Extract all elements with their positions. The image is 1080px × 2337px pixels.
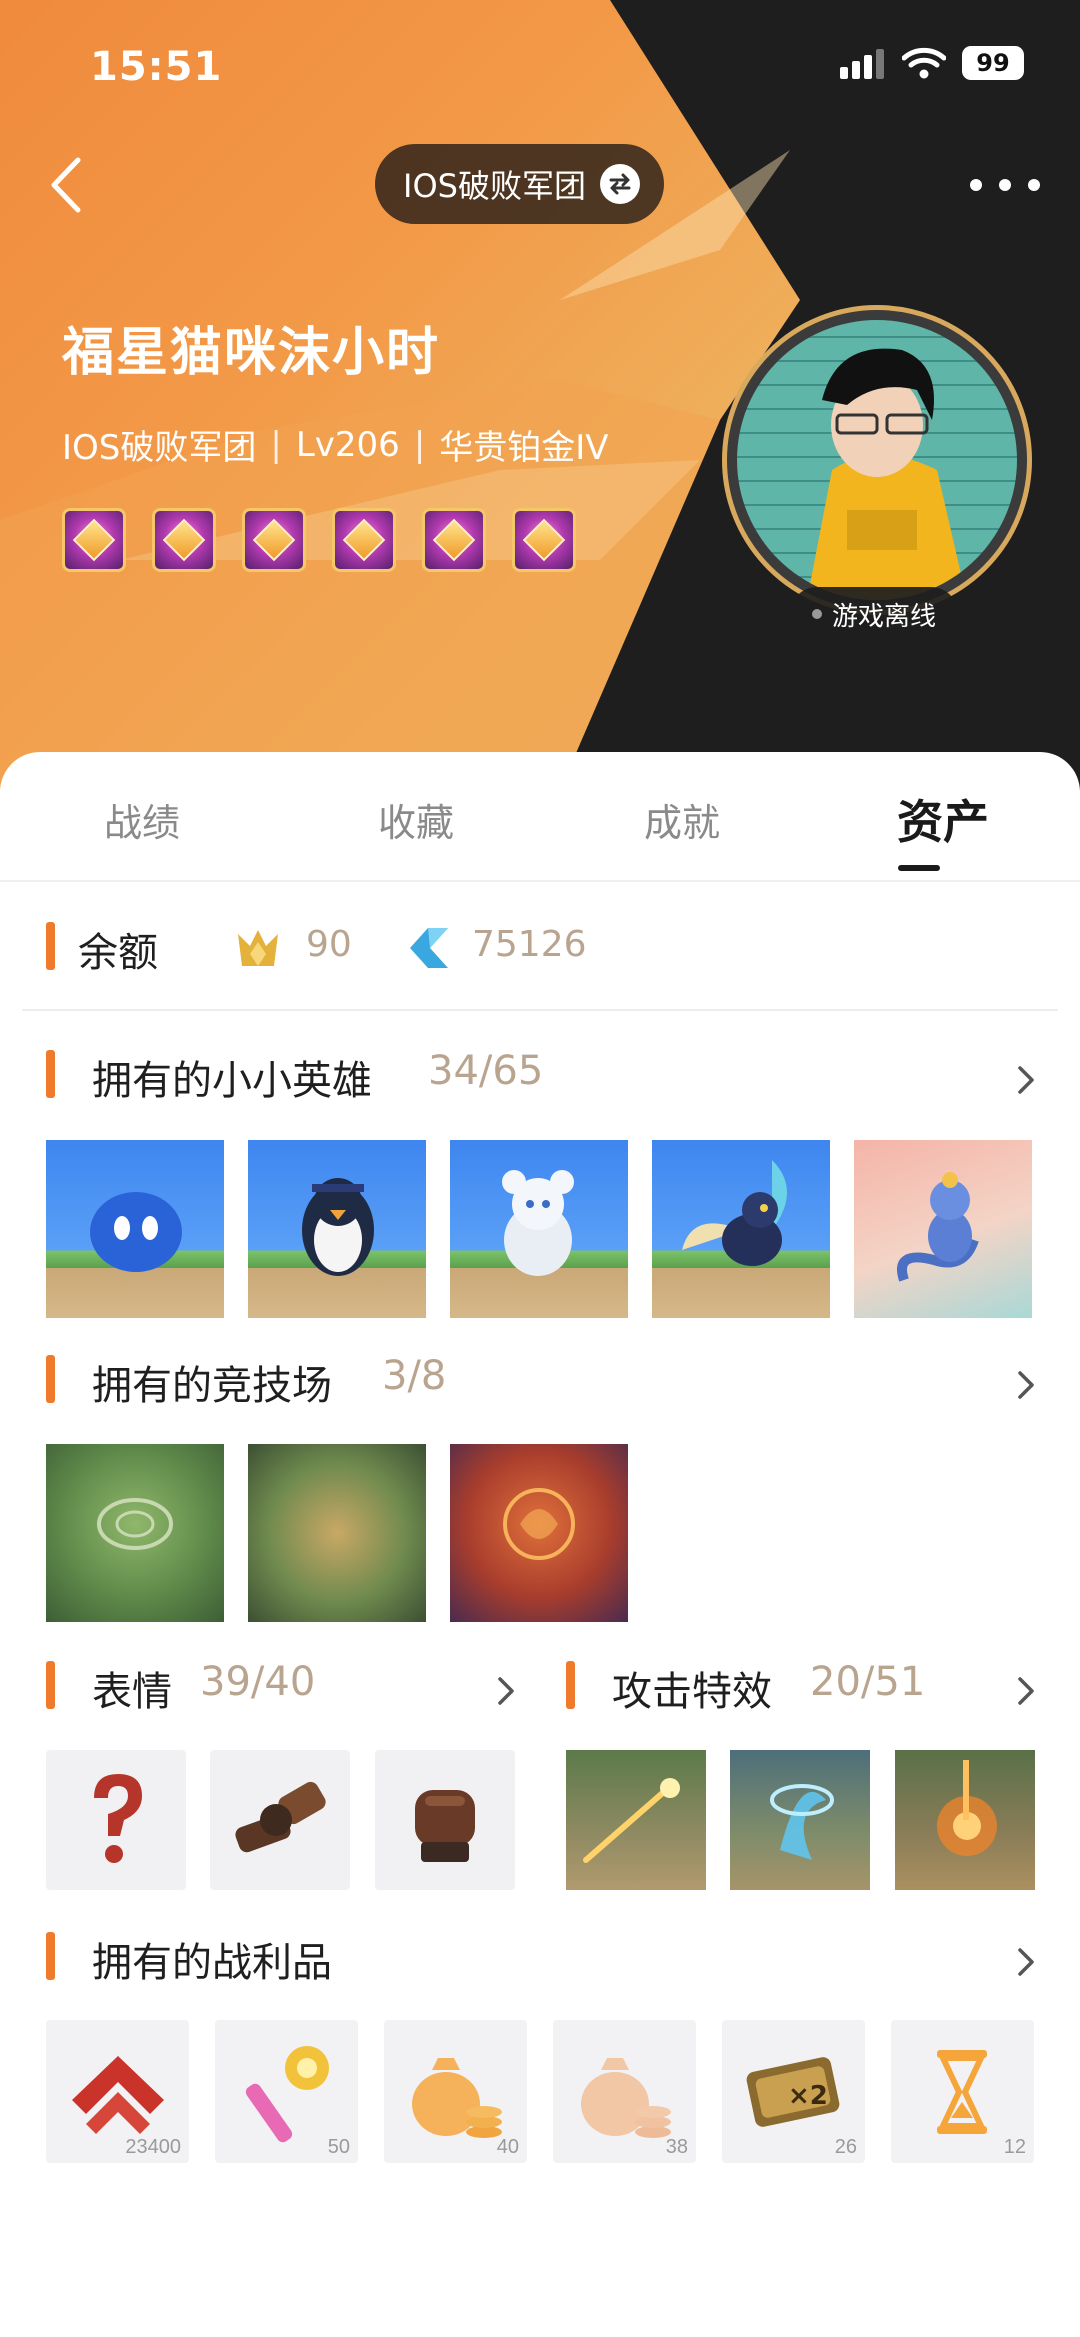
loot-count: 12 <box>1003 2136 1026 2158</box>
loot-item[interactable]: 50 <box>215 2020 358 2163</box>
loot-count: 50 <box>327 2136 350 2158</box>
more-options-button[interactable] <box>970 160 1040 210</box>
tab-achievement[interactable]: 成就 <box>644 792 720 847</box>
chevron-right-icon[interactable] <box>1010 1944 1040 1980</box>
dot-icon <box>970 179 982 191</box>
section-accent-bar <box>46 1661 55 1709</box>
loot-title: 拥有的战利品 <box>92 1940 332 1986</box>
badge-icon[interactable] <box>62 508 126 572</box>
loot-item[interactable]: 23400 <box>46 2020 189 2163</box>
loot-count: 38 <box>665 2136 688 2158</box>
emote-tile[interactable] <box>375 1750 515 1890</box>
emotes-title: 表情 <box>92 1669 172 1715</box>
tab-record[interactable]: 战绩 <box>104 792 180 847</box>
player-level: Lv206 <box>295 424 400 465</box>
badge-icon[interactable] <box>242 508 306 572</box>
arenas-title: 拥有的竞技场 <box>92 1363 332 1409</box>
attack-effect-tile[interactable] <box>566 1750 706 1890</box>
little-legend-tile[interactable] <box>248 1140 426 1318</box>
chevron-right-icon[interactable] <box>1010 1367 1040 1403</box>
chevron-right-icon[interactable] <box>490 1673 520 1709</box>
loot-count: 23400 <box>125 2136 181 2158</box>
emote-tile[interactable] <box>46 1750 186 1890</box>
balance-title: 余额 <box>78 930 158 976</box>
player-server: IOS破败军团 <box>62 428 257 468</box>
avatar-image <box>737 320 1017 600</box>
status-icons: 99 <box>840 46 1024 80</box>
little-legend-tile[interactable] <box>854 1140 1032 1318</box>
attack-effect-tile[interactable] <box>730 1750 870 1890</box>
loot-item[interactable]: 40 <box>384 2020 527 2163</box>
status-dot-icon <box>812 609 822 619</box>
status-bar: 15:51 99 <box>0 40 1080 100</box>
little-legend-tile[interactable] <box>450 1140 628 1318</box>
chevron-left-icon <box>51 157 81 213</box>
badge-icon[interactable] <box>332 508 396 572</box>
attack-fx-count: 20/51 <box>810 1659 926 1705</box>
arena-tile[interactable] <box>46 1444 224 1622</box>
section-accent-bar <box>46 1050 55 1098</box>
server-switch-button[interactable]: IOS破败军团 <box>375 144 664 224</box>
badge-icon[interactable] <box>152 508 216 572</box>
tab-bar: 战绩 收藏 成就 资产 <box>0 752 1080 882</box>
chevron-right-icon[interactable] <box>1010 1062 1040 1098</box>
gem-balance: 75126 <box>472 924 587 965</box>
section-divider <box>22 1009 1058 1011</box>
online-status-label: 游戏离线 <box>832 601 937 632</box>
little-legend-tile[interactable] <box>46 1140 224 1318</box>
tab-assets[interactable]: 资产 <box>897 786 989 852</box>
attack-fx-title: 攻击特效 <box>612 1669 772 1715</box>
section-accent-bar <box>46 922 55 970</box>
meta-separator: | <box>270 424 282 465</box>
dot-icon <box>1028 179 1040 191</box>
online-status-badge: 游戏离线 <box>790 587 959 641</box>
legends-title: 拥有的小小英雄 <box>92 1058 372 1104</box>
back-button[interactable] <box>40 150 100 220</box>
arena-tile[interactable] <box>248 1444 426 1622</box>
legends-count: 34/65 <box>428 1048 544 1094</box>
badge-icon[interactable] <box>512 508 576 572</box>
player-meta: IOS破败军团 | Lv206 | 华贵铂金IV <box>62 420 609 469</box>
profile-header: 15:51 99 IOS破败军团 福星猫咪沫小时 IOS破败军团 | Lv206… <box>0 0 1080 790</box>
svg-text:×2: ×2 <box>788 2081 828 2111</box>
coin-balance: 90 <box>306 924 352 965</box>
signal-icon <box>840 49 884 79</box>
badge-icon[interactable] <box>422 508 486 572</box>
arena-tile[interactable] <box>450 1444 628 1622</box>
loot-item[interactable]: 12 <box>891 2020 1034 2163</box>
wifi-icon <box>902 47 946 79</box>
balance-section: 余额 90 75126 <box>0 882 1080 1012</box>
meta-separator: | <box>413 424 426 465</box>
player-rank: 华贵铂金IV <box>439 428 609 468</box>
emotes-count: 39/40 <box>200 1659 316 1705</box>
emote-tile[interactable] <box>210 1750 350 1890</box>
loot-count: 40 <box>496 2136 519 2158</box>
attack-effect-tile[interactable] <box>895 1750 1035 1890</box>
loot-count: 26 <box>834 2136 857 2158</box>
section-accent-bar <box>566 1661 575 1709</box>
little-legend-tile[interactable] <box>652 1140 830 1318</box>
nav-bar: IOS破败军团 <box>0 140 1080 230</box>
content-card: 战绩 收藏 成就 资产 余额 90 75126 拥有的小小英雄 34/65 拥有… <box>0 752 1080 2337</box>
loot-item[interactable]: ×2 26 <box>722 2020 865 2163</box>
section-accent-bar <box>46 1355 55 1403</box>
avatar[interactable] <box>722 305 1032 615</box>
crown-coin-icon <box>238 930 278 966</box>
status-time: 15:51 <box>90 44 223 90</box>
server-switch-label: IOS破败军团 <box>403 167 586 205</box>
battery-indicator: 99 <box>962 46 1024 80</box>
player-nickname: 福星猫咪沫小时 <box>62 323 441 383</box>
chevron-right-icon[interactable] <box>1010 1673 1040 1709</box>
tab-collection[interactable]: 收藏 <box>378 792 454 847</box>
active-tab-indicator <box>898 865 940 871</box>
loot-item[interactable]: 38 <box>553 2020 696 2163</box>
arenas-count: 3/8 <box>382 1353 447 1399</box>
swap-icon <box>599 164 640 204</box>
section-accent-bar <box>46 1932 55 1980</box>
achievement-badges <box>62 508 576 572</box>
dot-icon <box>999 179 1011 191</box>
diamond-gem-icon <box>410 928 448 968</box>
